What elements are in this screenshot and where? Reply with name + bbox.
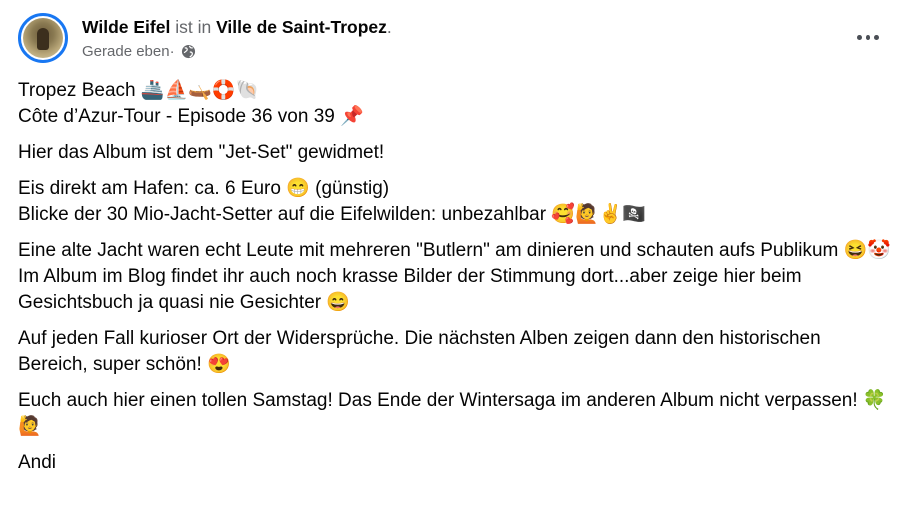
place-link[interactable]: Ville de Saint-Tropez (216, 17, 387, 37)
post-meta: Wilde Eifel ist in Ville de Saint-Tropez… (82, 16, 392, 60)
author-connector: ist in (170, 17, 217, 37)
post-timestamp[interactable]: Gerade eben (82, 43, 170, 60)
more-options-dot (865, 34, 871, 40)
author-line-period: . (386, 17, 392, 37)
more-options-dot (874, 34, 880, 40)
post-body: Tropez Beach 🚢⛵🛶🛟🐚 Côte d’Azur-Tour - Ep… (18, 78, 893, 486)
post-author-line: Wilde Eifel ist in Ville de Saint-Tropez… (82, 16, 392, 38)
more-options-icon (857, 34, 862, 40)
facebook-post: Wilde Eifel ist in Ville de Saint-Tropez… (0, 0, 897, 521)
globe-icon[interactable] (181, 44, 196, 59)
post-paragraph: Eine alte Jacht waren echt Leute mit meh… (18, 240, 891, 313)
avatar[interactable] (18, 13, 68, 63)
post-header: Wilde Eifel ist in Ville de Saint-Tropez… (18, 13, 392, 63)
post-paragraph: Tropez Beach 🚢⛵🛶🛟🐚 Côte d’Azur-Tour - Ep… (18, 80, 364, 127)
post-paragraph: Euch auch hier einen tollen Samstag! Das… (18, 390, 887, 437)
more-options-button[interactable] (855, 24, 881, 50)
post-paragraph: Eis direkt am Hafen: ca. 6 Euro 😁 (günst… (18, 178, 646, 225)
post-paragraph: Hier das Album ist dem "Jet-Set" gewidme… (18, 142, 385, 163)
post-paragraph: Auf jeden Fall kurioser Ort der Widerspr… (18, 328, 826, 375)
author-name-link[interactable]: Wilde Eifel (82, 17, 170, 37)
post-timestamp-line: Gerade eben · (82, 43, 392, 60)
timestamp-separator: · (169, 43, 175, 60)
avatar-image (23, 18, 63, 58)
post-signature: Andi (18, 452, 57, 473)
